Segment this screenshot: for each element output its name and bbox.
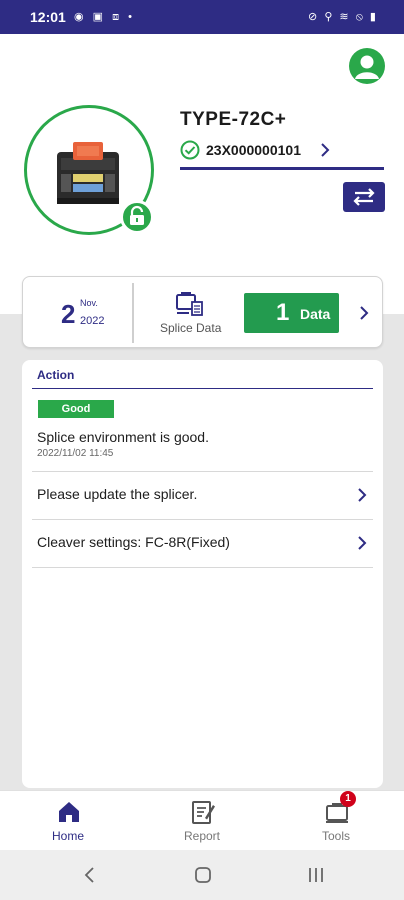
status-bar: 12:01 ◉ ▣ ⧈ • ⊘ ⚲ ≋ ⦸ ▮ [0,0,404,34]
list-divider [32,567,373,568]
serial-number: 23X000000101 [206,142,301,158]
home-icon [59,802,79,822]
report-icon [192,801,215,824]
data-label: Data [300,306,331,322]
tools-notification-badge: 1 [340,791,356,807]
date-day: 2 [61,299,76,329]
nav-tools-label: Tools [321,829,350,843]
check-circle-icon [180,140,200,160]
home-button-icon[interactable] [191,863,215,887]
account-icon [355,55,379,79]
notification-icons: ◉ ▣ ⧈ • [74,11,136,23]
status-time: 12:01 [30,9,66,25]
date-month: Nov. [80,298,98,308]
summary-card[interactable]: 2 Nov. 2022 Splice Data 1 Data [22,276,383,348]
environment-message: Splice environment is good. [37,429,209,445]
splice-data-label: Splice Data [160,321,222,335]
nav-report-label: Report [183,829,221,843]
splice-data-button[interactable]: 1 Data [244,293,339,333]
list-item-update-splicer[interactable]: Please update the splicer. [32,472,373,518]
account-button[interactable] [349,48,385,84]
nav-home[interactable]: Home [18,791,118,851]
chevron-right-icon [321,143,330,157]
environment-timestamp: 2022/11/02 11:45 [37,448,114,459]
list-item-label: Please update the splicer. [37,486,198,502]
action-card: Action Good Splice environment is good. … [22,360,383,788]
recent-apps-icon[interactable] [304,863,328,887]
system-status-icons: ⊘ ⚲ ≋ ⦸ ▮ [308,11,378,23]
summary-divider [132,283,134,343]
status-badge: Good [38,400,114,418]
lock-status-badge[interactable] [120,200,154,234]
splice-data-icon [176,292,203,316]
serial-number-row[interactable]: 23X000000101 [180,140,384,170]
swap-icon [353,188,375,206]
list-item-cleaver-settings[interactable]: Cleaver settings: FC-8R(Fixed) [32,520,373,566]
date-year: 2022 [80,315,105,327]
action-header: Action [32,367,373,389]
unlock-icon [130,205,144,225]
system-navigation-bar [0,850,404,900]
nav-tools[interactable]: 1 Tools [286,791,386,851]
switch-device-button[interactable] [343,182,385,212]
data-count: 1 [276,299,290,326]
chevron-right-icon[interactable] [357,303,371,323]
device-model: TYPE-72C+ [180,109,287,130]
nav-report[interactable]: Report [152,791,252,851]
nav-home-label: Home [51,829,84,843]
bottom-navigation: Home Report 1 Tools [0,790,404,850]
chevron-right-icon [358,488,367,502]
back-icon[interactable] [78,863,102,887]
list-item-label: Cleaver settings: FC-8R(Fixed) [37,534,230,550]
action-title: Action [37,368,75,382]
chevron-right-icon [358,536,367,550]
